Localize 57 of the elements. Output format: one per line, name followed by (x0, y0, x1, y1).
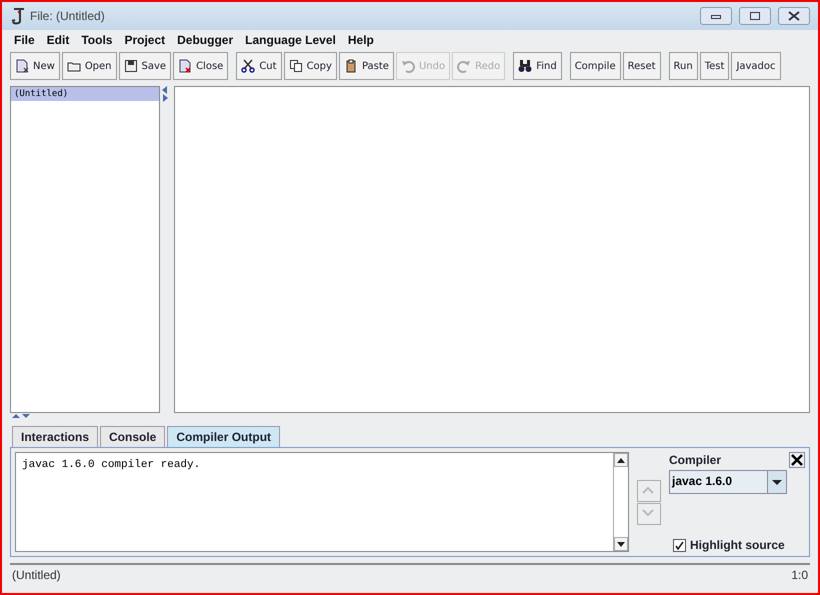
tab[interactable]: Compiler Output (167, 426, 280, 447)
status-file: (Untitled) (12, 568, 61, 582)
compiler-dropdown[interactable]: javac 1.6.0 (669, 470, 787, 494)
compiler-label: Compiler (669, 453, 722, 467)
maximize-button[interactable] (739, 7, 771, 25)
checkbox[interactable] (673, 538, 686, 552)
toolbar-button[interactable]: Javadoc (731, 52, 781, 80)
menu-item[interactable]: Project (118, 31, 172, 49)
binoculars-icon (518, 59, 532, 73)
toolbar-button[interactable]: Paste (338, 52, 394, 80)
window-title: File: (Untitled) (30, 9, 106, 23)
scroll-down-icon[interactable] (617, 542, 625, 546)
document-item[interactable]: (Untitled) (11, 87, 159, 101)
toolbar-button[interactable]: Find (513, 52, 562, 80)
output-text: javac 1.6.0 compiler ready. (21, 458, 202, 473)
redo-icon (457, 59, 472, 73)
close-panel-button[interactable] (789, 452, 805, 468)
close-icon (788, 11, 800, 21)
collapse-left-icon (162, 86, 168, 94)
menu-item[interactable]: Language Level (239, 31, 342, 49)
toolbar-button[interactable]: Reset (622, 52, 661, 80)
maximize-icon (750, 12, 760, 20)
copy-icon (288, 59, 303, 73)
menu-item[interactable]: Edit (40, 31, 76, 49)
undo-icon (400, 59, 415, 73)
menu-item[interactable]: Help (342, 31, 380, 49)
menu-item[interactable]: File (8, 31, 41, 49)
menu-item[interactable]: Tools (75, 31, 118, 49)
scroll-up-icon[interactable] (617, 458, 625, 462)
scissors-icon (241, 59, 256, 73)
cursor-position: 1:0 (791, 568, 808, 582)
floppy-icon (124, 59, 138, 73)
toolbar-button[interactable]: Compile (570, 52, 621, 80)
tab[interactable]: Interactions (12, 426, 98, 447)
toolbar-button[interactable]: Save (118, 52, 172, 80)
vertical-scrollbar[interactable] (613, 453, 628, 551)
dropdown-arrow-icon (772, 480, 782, 484)
java-cup-icon (10, 7, 26, 25)
new-file-icon (15, 59, 29, 73)
toolbar-button[interactable]: Copy (284, 52, 337, 80)
menu-item[interactable]: Debugger (171, 31, 240, 49)
close-icon (790, 453, 804, 467)
splitter-arrows-icon (12, 413, 32, 419)
minimize-button[interactable] (700, 7, 732, 25)
toolbar-button[interactable]: New (10, 52, 60, 80)
close-button[interactable] (778, 7, 810, 25)
clipboard-icon (344, 59, 358, 73)
toolbar-button[interactable]: Run (668, 52, 698, 80)
checkbox-label: Highlight source (690, 538, 785, 552)
toolbar-button[interactable]: Open (62, 52, 117, 80)
expand-right-icon (162, 94, 168, 102)
toolbar-button[interactable]: Close (173, 52, 228, 80)
toolbar-button[interactable]: Test (700, 52, 730, 80)
tab[interactable]: Console (100, 426, 166, 447)
minimize-icon (711, 13, 721, 19)
toolbar-button[interactable]: Cut (236, 52, 282, 80)
close-file-icon (178, 59, 192, 73)
